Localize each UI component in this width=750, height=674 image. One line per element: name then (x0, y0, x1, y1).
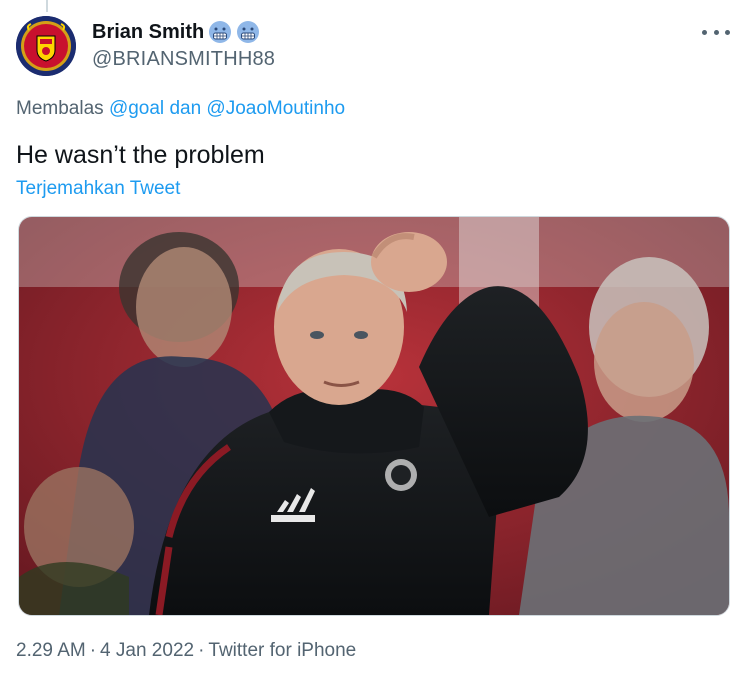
reply-joiner: dan (169, 98, 202, 119)
user-handle[interactable]: @BRIANSMITHH88 (92, 48, 275, 71)
reply-context: Membalas @goal dan @JoaoMoutinho (16, 98, 345, 120)
mention-link-joaomoutinho[interactable]: @JoaoMoutinho (206, 98, 345, 119)
reply-prefix: Membalas (16, 98, 104, 119)
avatar[interactable] (16, 16, 76, 76)
thread-connector-line (46, 0, 48, 12)
more-options-icon[interactable] (702, 22, 730, 42)
tweet-time[interactable]: 2.29 AM (16, 640, 86, 661)
tweet-text: He wasn’t the problem (16, 141, 265, 169)
tweet-footer: 2.29 AM · 4 Jan 2022 · Twitter for iPhone (16, 640, 357, 661)
tweet-date[interactable]: 4 Jan 2022 (100, 640, 194, 661)
tweet-header: Brian Smith @BRIANSMITHH88 (16, 14, 734, 78)
mention-link-goal[interactable]: @goal (109, 98, 164, 119)
tweet-source: Twitter for iPhone (208, 640, 357, 661)
grimacing-face-icon (208, 20, 232, 44)
grimacing-face-icon (236, 20, 260, 44)
display-name[interactable]: Brian Smith (92, 21, 204, 44)
translate-tweet-link[interactable]: Terjemahkan Tweet (16, 178, 180, 200)
tweet-media-photo[interactable] (18, 216, 730, 616)
